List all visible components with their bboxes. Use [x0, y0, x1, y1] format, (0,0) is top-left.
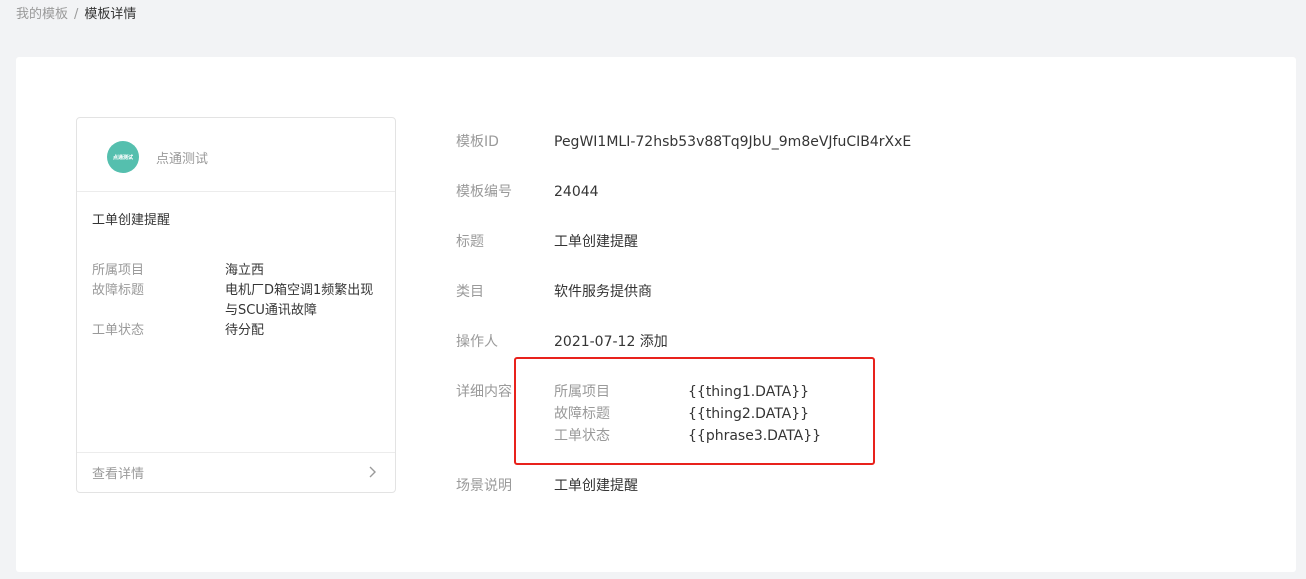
preview-field-row: 所属项目 海立西 [92, 261, 382, 281]
breadcrumb-my-templates[interactable]: 我的模板 [16, 7, 68, 22]
account-avatar: 点通测试 [107, 141, 139, 173]
title-label: 标题 [456, 234, 484, 250]
preview-field-row: 工单状态 待分配 [92, 321, 382, 341]
highlight-box [514, 357, 875, 465]
preview-field-value: 电机厂D箱空调1频繁出现与SCU通讯故障 [225, 283, 374, 318]
category-value: 软件服务提供商 [554, 284, 652, 300]
view-details-link[interactable]: 查看详情 [77, 452, 395, 492]
breadcrumb: 我的模板 / 模板详情 [16, 6, 136, 24]
template-id-label: 模板ID [456, 134, 499, 150]
preview-field-key: 所属项目 [92, 263, 145, 278]
preview-field-key: 故障标题 [92, 283, 145, 298]
template-no-value: 24044 [554, 184, 599, 200]
preview-field-value: 待分配 [225, 323, 265, 338]
title-value: 工单创建提醒 [554, 234, 638, 250]
preview-fields: 所属项目 海立西 故障标题 电机厂D箱空调1频繁出现与SCU通讯故障 工单状态 … [92, 261, 382, 341]
preview-field-value: 海立西 [225, 263, 265, 278]
scene-label: 场景说明 [456, 478, 512, 494]
breadcrumb-current: 模板详情 [84, 7, 137, 22]
preview-field-key: 工单状态 [92, 323, 145, 338]
operator-value: 2021-07-12 添加 [554, 334, 668, 350]
view-details-label: 查看详情 [92, 467, 145, 482]
template-preview-card: 点通测试 点通测试 工单创建提醒 所属项目 海立西 故障标题 电机厂D箱空调1频… [76, 117, 396, 493]
chevron-right-icon [369, 466, 376, 478]
template-id-value: PegWI1MLI-72hsb53v88Tq9JbU_9m8eVJfuCIB4r… [554, 134, 912, 150]
category-label: 类目 [456, 284, 484, 300]
operator-label: 操作人 [456, 334, 498, 350]
scene-value: 工单创建提醒 [554, 478, 638, 494]
breadcrumb-separator: / [74, 7, 79, 22]
account-name: 点通测试 [156, 152, 209, 167]
avatar-text: 点通测试 [112, 154, 133, 161]
preview-title: 工单创建提醒 [92, 213, 171, 228]
main-panel: 点通测试 点通测试 工单创建提醒 所属项目 海立西 故障标题 电机厂D箱空调1频… [16, 57, 1296, 572]
preview-card-header: 点通测试 点通测试 [77, 118, 395, 192]
preview-field-row: 故障标题 电机厂D箱空调1频繁出现与SCU通讯故障 [92, 281, 382, 321]
template-no-label: 模板编号 [456, 184, 512, 200]
